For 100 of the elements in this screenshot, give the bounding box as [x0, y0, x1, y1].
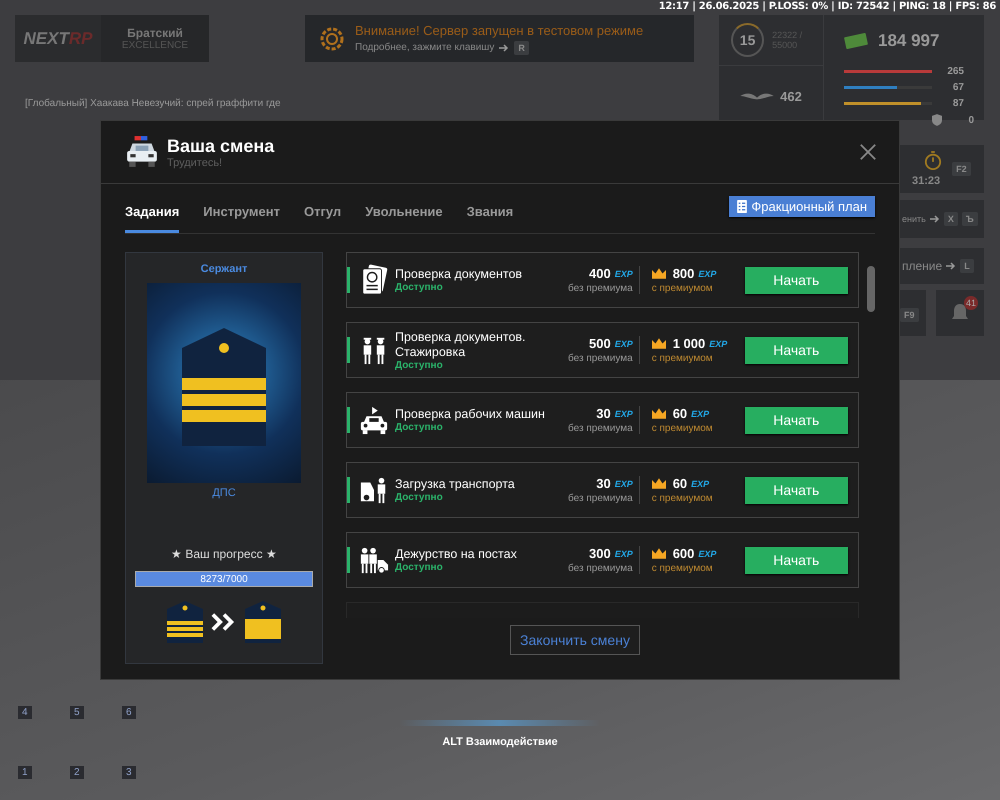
tab[interactable]: Инструмент	[203, 196, 280, 233]
exp-note: с премиумом	[652, 283, 714, 294]
status-line: 12:17 | 26.06.2025 | P.LOSS: 0% | ID: 72542 | PING: 18 | FPS: 86	[658, 1, 996, 12]
key-badge: F2	[952, 162, 971, 176]
double-chevron-icon	[211, 612, 237, 632]
exp-amount: 500	[588, 336, 611, 351]
exp-unit: EXP	[614, 478, 633, 488]
exp-unit: EXP	[614, 408, 633, 418]
exp-unit: EXP	[691, 478, 710, 488]
hotbar-slot[interactable]: 1	[18, 766, 32, 779]
checklist-icon	[737, 200, 748, 213]
exp-amount: 300	[588, 546, 611, 561]
wings-count: 462	[780, 88, 802, 104]
start-button[interactable]: Начать	[744, 336, 848, 364]
armor-value: 0	[967, 114, 974, 126]
exp-amount: 30	[596, 406, 611, 421]
tab[interactable]: Звания	[466, 196, 514, 233]
key-badge: Ъ	[962, 212, 978, 226]
crown-icon	[652, 268, 666, 279]
shield-icon	[932, 114, 942, 126]
progress-text: 8273/7000	[199, 572, 249, 586]
start-button[interactable]: Начать	[744, 476, 848, 504]
task-status: Доступно	[395, 422, 444, 433]
dialog-title: Ваша смена	[167, 136, 276, 156]
hint-text: енить	[902, 214, 926, 224]
task-title: Проверка рабочих машин	[395, 407, 546, 422]
hotbar-slot[interactable]: 5	[70, 706, 84, 719]
rank-title: Сержант	[200, 263, 248, 275]
money-amount: 184 997	[878, 30, 940, 50]
task-title: Проверка документов	[395, 267, 524, 282]
key-badge: X	[944, 212, 958, 226]
rank-unit: ДПС	[212, 487, 236, 499]
exp-amount: 400	[588, 266, 611, 281]
exp-note: без премиума	[568, 563, 633, 574]
tab[interactable]: Увольнение	[365, 196, 443, 233]
exp-amount: 60	[672, 406, 688, 421]
stat-value: 265	[946, 66, 964, 77]
exp-unit: EXP	[614, 268, 633, 278]
exp-amount: 30	[596, 476, 611, 491]
exp-unit: EXP	[614, 548, 633, 558]
start-button[interactable]: Начать	[744, 266, 848, 294]
exp-unit: EXP	[709, 338, 728, 348]
shoulder-board-icon	[167, 601, 203, 643]
start-button[interactable]: Начать	[744, 406, 848, 434]
task-status: Доступно	[395, 282, 444, 293]
exp-note: с премиумом	[652, 423, 714, 434]
car-icon	[359, 404, 389, 436]
key-badge: F9	[900, 308, 919, 322]
police-car-icon	[125, 135, 159, 169]
notice-hint: Подробнее, зажмите клавишу	[355, 42, 494, 53]
task-title: Загрузка транспорта	[395, 477, 516, 492]
exp-note: с премиумом	[652, 353, 714, 364]
close-icon[interactable]	[859, 143, 877, 161]
exp-unit: EXP	[614, 338, 633, 348]
progress-label: ★ Ваш прогресс ★	[171, 547, 277, 561]
task-title: Проверка документов. Стажировка	[395, 330, 527, 360]
exp-amount: 600	[672, 546, 694, 561]
exp-unit: EXP	[691, 408, 710, 418]
crown-icon	[652, 548, 666, 559]
stopwatch-icon	[924, 151, 942, 171]
crown-icon	[652, 408, 666, 419]
notification-count: 41	[964, 296, 978, 310]
exp-amount: 800	[672, 266, 694, 281]
tab[interactable]: Задания	[125, 196, 180, 233]
hotbar-slot[interactable]: 6	[122, 706, 136, 719]
interaction-hint: ALT Взаимодействие	[442, 736, 558, 748]
notice-title: Внимание! Сервер запущен в тестовом режиме	[355, 22, 644, 38]
finish-shift-button[interactable]: Закончить смену	[510, 625, 640, 655]
exp-amount: 60	[672, 476, 688, 491]
stat-value: 67	[952, 82, 964, 93]
task-title: Дежурство на постах	[395, 547, 518, 562]
wings-icon	[740, 91, 774, 101]
timer-text: 31:23	[912, 175, 940, 187]
crown-icon	[652, 478, 666, 489]
chat-message: [Глобальный] Хаакава Невезучий: спрей граффити где	[25, 98, 281, 109]
key-badge: L	[960, 259, 974, 273]
server-name: Братский	[127, 26, 183, 40]
hotbar-slot[interactable]: 4	[18, 706, 32, 719]
game-logo: NEXTRP	[15, 15, 101, 62]
hotbar-slot[interactable]: 3	[122, 766, 136, 779]
tab[interactable]: Отгул	[304, 196, 342, 233]
hotbar-slot[interactable]: 2	[70, 766, 84, 779]
task-status: Доступно	[395, 562, 444, 573]
exp-amount: 1 000	[672, 336, 706, 351]
arrow-icon	[946, 262, 956, 270]
faction-plan-button[interactable]: Фракционный план	[729, 196, 875, 217]
exp-note: с премиумом	[652, 493, 714, 504]
scrollbar-thumb[interactable]	[867, 266, 875, 312]
shoulder-board-icon	[245, 601, 281, 643]
task-status: Доступно	[395, 360, 444, 370]
dialog-subtitle: Трудитесь!	[167, 156, 224, 168]
cash-icon	[844, 32, 868, 48]
exp-note: без премиума	[568, 423, 633, 434]
exp-unit: EXP	[698, 268, 716, 278]
exp-unit: EXP	[698, 548, 716, 558]
key-badge: R	[514, 40, 529, 54]
arrow-icon	[930, 215, 940, 223]
exp-note: без премиума	[568, 283, 633, 294]
hint-text: пление	[902, 259, 942, 273]
start-button[interactable]: Начать	[744, 546, 848, 574]
